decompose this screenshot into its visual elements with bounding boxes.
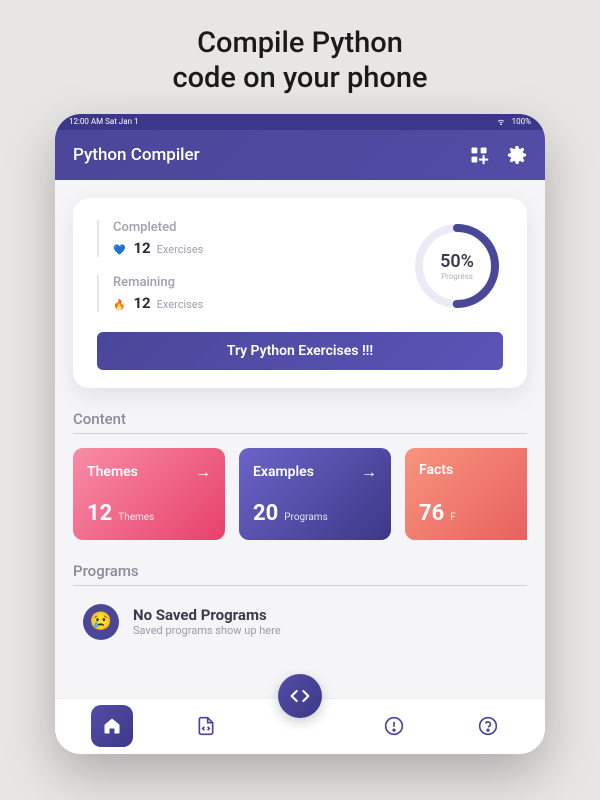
completed-label: Completed bbox=[113, 220, 203, 235]
card-unit: Programs bbox=[284, 512, 327, 523]
empty-subtitle: Saved programs show up here bbox=[133, 624, 281, 637]
remaining-unit: Exercises bbox=[157, 298, 204, 311]
help-circle-icon bbox=[478, 716, 498, 736]
file-code-icon bbox=[196, 716, 216, 736]
header-actions bbox=[469, 145, 527, 165]
statusbar-right: 100% bbox=[496, 116, 531, 128]
card-title: Facts bbox=[419, 462, 453, 478]
nav-file[interactable] bbox=[185, 705, 227, 747]
content-cards-row[interactable]: Themes → 12 Themes Examples → 20 bbox=[73, 448, 527, 540]
content-card-examples[interactable]: Examples → 20 Programs bbox=[239, 448, 391, 540]
progress-percent: 50% bbox=[440, 251, 474, 272]
nav-alert[interactable] bbox=[373, 705, 415, 747]
arrow-right-icon: → bbox=[195, 462, 211, 482]
home-icon bbox=[102, 716, 122, 736]
fire-icon: 🔥 bbox=[113, 300, 125, 311]
content-section: Content Themes → 12 Themes Examples → bbox=[73, 410, 527, 540]
arrow-right-icon: → bbox=[361, 462, 377, 482]
card-count: 12 bbox=[87, 501, 112, 526]
app-body: Completed 💙 12 Exercises Remaining 🔥 12 … bbox=[55, 180, 545, 698]
card-title: Themes bbox=[87, 464, 138, 480]
card-count: 76 bbox=[419, 501, 444, 526]
heart-blue-icon: 💙 bbox=[113, 245, 125, 256]
card-unit: F bbox=[450, 512, 456, 523]
programs-section-title: Programs bbox=[73, 562, 527, 586]
promo-headline: Compile Python code on your phone bbox=[172, 26, 427, 96]
gear-icon[interactable] bbox=[507, 145, 527, 165]
code-icon bbox=[290, 686, 310, 706]
programs-empty-state: 😢 No Saved Programs Saved programs show … bbox=[73, 600, 527, 644]
stats-card: Completed 💙 12 Exercises Remaining 🔥 12 … bbox=[73, 198, 527, 388]
content-section-title: Content bbox=[73, 410, 527, 434]
completed-count: 12 bbox=[133, 239, 150, 257]
content-card-themes[interactable]: Themes → 12 Themes bbox=[73, 448, 225, 540]
completed-block: Completed 💙 12 Exercises bbox=[97, 220, 203, 257]
programs-section: Programs 😢 No Saved Programs Saved progr… bbox=[73, 562, 527, 644]
statusbar-time: 12:00 AM Sat Jan 1 bbox=[69, 117, 138, 126]
app-header: Python Compiler bbox=[55, 130, 545, 180]
sad-face-icon: 😢 bbox=[83, 604, 119, 640]
nav-help[interactable] bbox=[467, 705, 509, 747]
grid-add-icon[interactable] bbox=[469, 145, 489, 165]
content-card-facts[interactable]: Facts 76 F bbox=[405, 448, 527, 540]
empty-title: No Saved Programs bbox=[133, 606, 281, 624]
card-count: 20 bbox=[253, 501, 278, 526]
remaining-count: 12 bbox=[133, 294, 150, 312]
completed-unit: Exercises bbox=[157, 243, 204, 256]
remaining-label: Remaining bbox=[113, 275, 203, 290]
card-title: Examples bbox=[253, 464, 314, 480]
statusbar-battery: 100% bbox=[512, 117, 531, 126]
app-title: Python Compiler bbox=[73, 145, 200, 165]
promo-line1: Compile Python bbox=[172, 26, 427, 61]
promo-line2: code on your phone bbox=[172, 61, 427, 96]
code-fab-button[interactable] bbox=[278, 674, 322, 718]
alert-circle-icon bbox=[384, 716, 404, 736]
remaining-block: Remaining 🔥 12 Exercises bbox=[97, 275, 203, 312]
stats-left: Completed 💙 12 Exercises Remaining 🔥 12 … bbox=[97, 220, 203, 312]
nav-home[interactable] bbox=[91, 705, 133, 747]
status-bar: 12:00 AM Sat Jan 1 100% bbox=[55, 114, 545, 130]
try-exercises-button[interactable]: Try Python Exercises !!! bbox=[97, 332, 503, 370]
progress-label: Progress bbox=[441, 272, 473, 281]
wifi-icon bbox=[496, 116, 506, 128]
device-frame: 12:00 AM Sat Jan 1 100% Python Compiler … bbox=[55, 114, 545, 754]
progress-ring: 50% Progress bbox=[411, 220, 503, 312]
card-unit: Themes bbox=[118, 512, 154, 523]
